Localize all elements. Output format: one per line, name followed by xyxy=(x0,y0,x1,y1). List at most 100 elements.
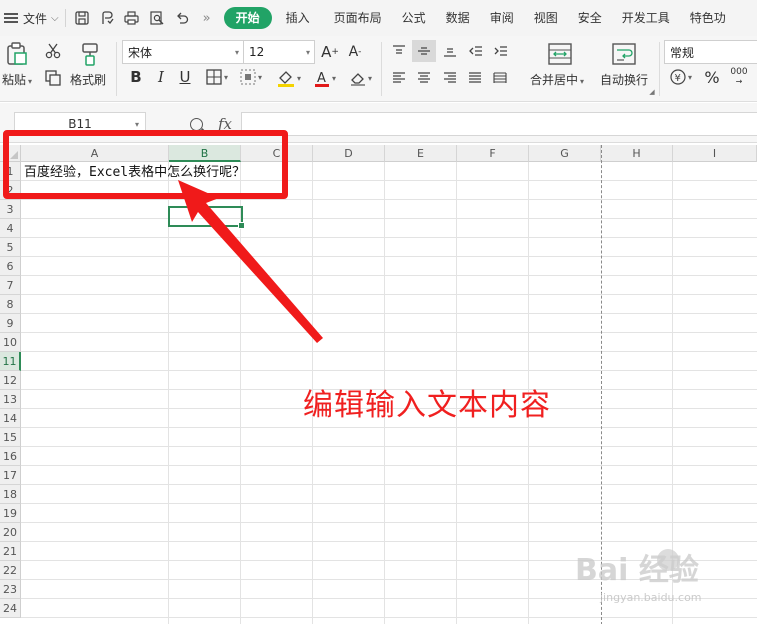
undo-icon[interactable] xyxy=(172,8,192,28)
column-header-i[interactable]: I xyxy=(673,145,757,162)
active-cell-b11[interactable] xyxy=(168,206,245,229)
export-icon[interactable] xyxy=(97,8,117,28)
tab-formulas[interactable]: 公式 xyxy=(392,7,436,29)
row-header[interactable]: 17 xyxy=(0,466,21,485)
column-header-h[interactable]: H xyxy=(601,145,673,162)
row-header[interactable]: 13 xyxy=(0,390,21,409)
justify-icon[interactable] xyxy=(465,68,485,88)
row-header[interactable]: 4 xyxy=(0,219,21,238)
row-header[interactable]: 22 xyxy=(0,561,21,580)
percent-button[interactable]: % xyxy=(702,67,722,87)
decrease-font-size-button[interactable]: A- xyxy=(345,42,365,62)
cut-icon[interactable] xyxy=(44,42,62,60)
number-format-value: 常规 xyxy=(670,45,695,60)
watermark-url: jingyan.baidu.com xyxy=(600,591,702,604)
cell-style-icon[interactable]: ▾ xyxy=(236,68,266,86)
currency-icon[interactable]: ¥ ▾ xyxy=(667,67,695,87)
tab-developer[interactable]: 开发工具 xyxy=(612,7,680,29)
row-header[interactable]: 23 xyxy=(0,580,21,599)
format-painter-icon[interactable] xyxy=(78,41,102,67)
row-header[interactable]: 9 xyxy=(0,314,21,333)
decrease-indent-icon[interactable] xyxy=(466,41,486,61)
name-box-value: B11 xyxy=(68,117,92,131)
clear-format-icon[interactable]: ▾ xyxy=(346,68,376,88)
wrap-text-button[interactable]: 自动换行 xyxy=(600,71,648,88)
row-header[interactable]: 21 xyxy=(0,542,21,561)
number-format-select[interactable]: 常规 xyxy=(664,40,757,64)
fill-color-icon[interactable]: ▾ xyxy=(274,68,304,88)
align-left-icon[interactable] xyxy=(389,68,409,88)
dialog-launcher-icon[interactable]: ◢ xyxy=(648,88,656,96)
row-header[interactable]: 3 xyxy=(0,200,21,219)
align-center-icon[interactable] xyxy=(414,68,434,88)
more-quick-access-icon[interactable]: » xyxy=(197,8,217,28)
chevron-down-icon: ⌵ xyxy=(51,12,59,24)
align-top-icon[interactable] xyxy=(389,41,409,61)
tab-review[interactable]: 审阅 xyxy=(480,7,524,29)
print-icon[interactable] xyxy=(122,8,142,28)
paste-label-wrap[interactable]: 粘贴 ▾ xyxy=(2,71,32,88)
file-menu-label: 文件 xyxy=(23,11,48,26)
italic-button[interactable]: I xyxy=(152,67,170,87)
row-header[interactable]: 19 xyxy=(0,504,21,523)
tab-home[interactable]: 开始 xyxy=(223,7,272,29)
font-color-icon[interactable]: A ▾ xyxy=(310,68,340,88)
save-icon[interactable] xyxy=(72,8,92,28)
row-header[interactable]: 10 xyxy=(0,333,21,352)
chevron-down-icon: ▾ xyxy=(28,77,33,86)
row-header[interactable]: 20 xyxy=(0,523,21,542)
bold-button[interactable]: B xyxy=(127,67,145,87)
row-header[interactable]: 5 xyxy=(0,238,21,257)
file-menu[interactable]: 文件 ⌵ xyxy=(0,0,59,36)
paste-button[interactable] xyxy=(4,41,30,67)
svg-text:A: A xyxy=(317,71,326,86)
menu-bar: 文件 ⌵ » 开始 插入 页面布局 公式 数据 审阅 视图 安全 开发工具 特色… xyxy=(0,0,757,36)
paste-label: 粘贴 xyxy=(2,73,27,87)
align-bottom-icon[interactable] xyxy=(440,41,460,61)
annotation-caption: 编辑输入文本内容 xyxy=(303,388,551,423)
divider xyxy=(381,42,382,96)
row-header[interactable]: 8 xyxy=(0,295,21,314)
tab-view[interactable]: 视图 xyxy=(524,7,568,29)
tab-special-features[interactable]: 特色功 xyxy=(680,7,736,29)
tab-page-layout[interactable]: 页面布局 xyxy=(324,7,392,29)
distributed-align-icon[interactable] xyxy=(490,68,510,88)
highlight-box xyxy=(3,130,288,199)
baidu-watermark: Bai 经验 jingyan.baidu.com xyxy=(575,545,757,624)
merge-center-button[interactable]: 合并居中 ▾ xyxy=(530,71,584,88)
font-name-select[interactable]: 宋体 ▾ xyxy=(122,40,244,64)
spreadsheet-app: 文件 ⌵ » 开始 插入 页面布局 公式 数据 审阅 视图 安全 开发工具 特色… xyxy=(0,0,757,624)
wrap-text-icon[interactable] xyxy=(610,42,638,66)
column-header-f[interactable]: F xyxy=(457,145,529,162)
row-header[interactable]: 16 xyxy=(0,447,21,466)
merge-center-icon[interactable] xyxy=(546,42,574,66)
print-preview-icon[interactable] xyxy=(147,8,167,28)
underline-button[interactable]: U xyxy=(176,67,194,87)
row-header[interactable]: 11 xyxy=(0,352,21,371)
align-middle-icon[interactable] xyxy=(412,40,436,62)
tab-insert[interactable]: 插入 xyxy=(276,7,320,29)
tab-security[interactable]: 安全 xyxy=(568,7,612,29)
row-header[interactable]: 18 xyxy=(0,485,21,504)
row-header[interactable]: 6 xyxy=(0,257,21,276)
increase-font-size-button[interactable]: A + xyxy=(320,42,340,62)
column-header-d[interactable]: D xyxy=(313,145,385,162)
font-size-select[interactable]: 12 ▾ xyxy=(243,40,315,64)
copy-icon[interactable] xyxy=(44,69,62,87)
column-header-g[interactable]: G xyxy=(529,145,601,162)
format-painter-label[interactable]: 格式刷 xyxy=(70,71,106,88)
row-header[interactable]: 12 xyxy=(0,371,21,390)
row-header[interactable]: 7 xyxy=(0,276,21,295)
increase-indent-icon[interactable] xyxy=(491,41,511,61)
thousands-separator-button[interactable]: 000 → xyxy=(728,66,750,88)
row-header[interactable]: 15 xyxy=(0,428,21,447)
row-header[interactable]: 14 xyxy=(0,409,21,428)
borders-icon[interactable]: ▾ xyxy=(202,68,232,86)
column-header-e[interactable]: E xyxy=(385,145,457,162)
formula-input[interactable] xyxy=(241,112,757,136)
tab-data[interactable]: 数据 xyxy=(436,7,480,29)
chevron-down-icon: ▾ xyxy=(580,77,585,86)
row-header[interactable]: 24 xyxy=(0,599,21,618)
align-right-icon[interactable] xyxy=(440,68,460,88)
chevron-down-icon: ▾ xyxy=(305,47,310,57)
